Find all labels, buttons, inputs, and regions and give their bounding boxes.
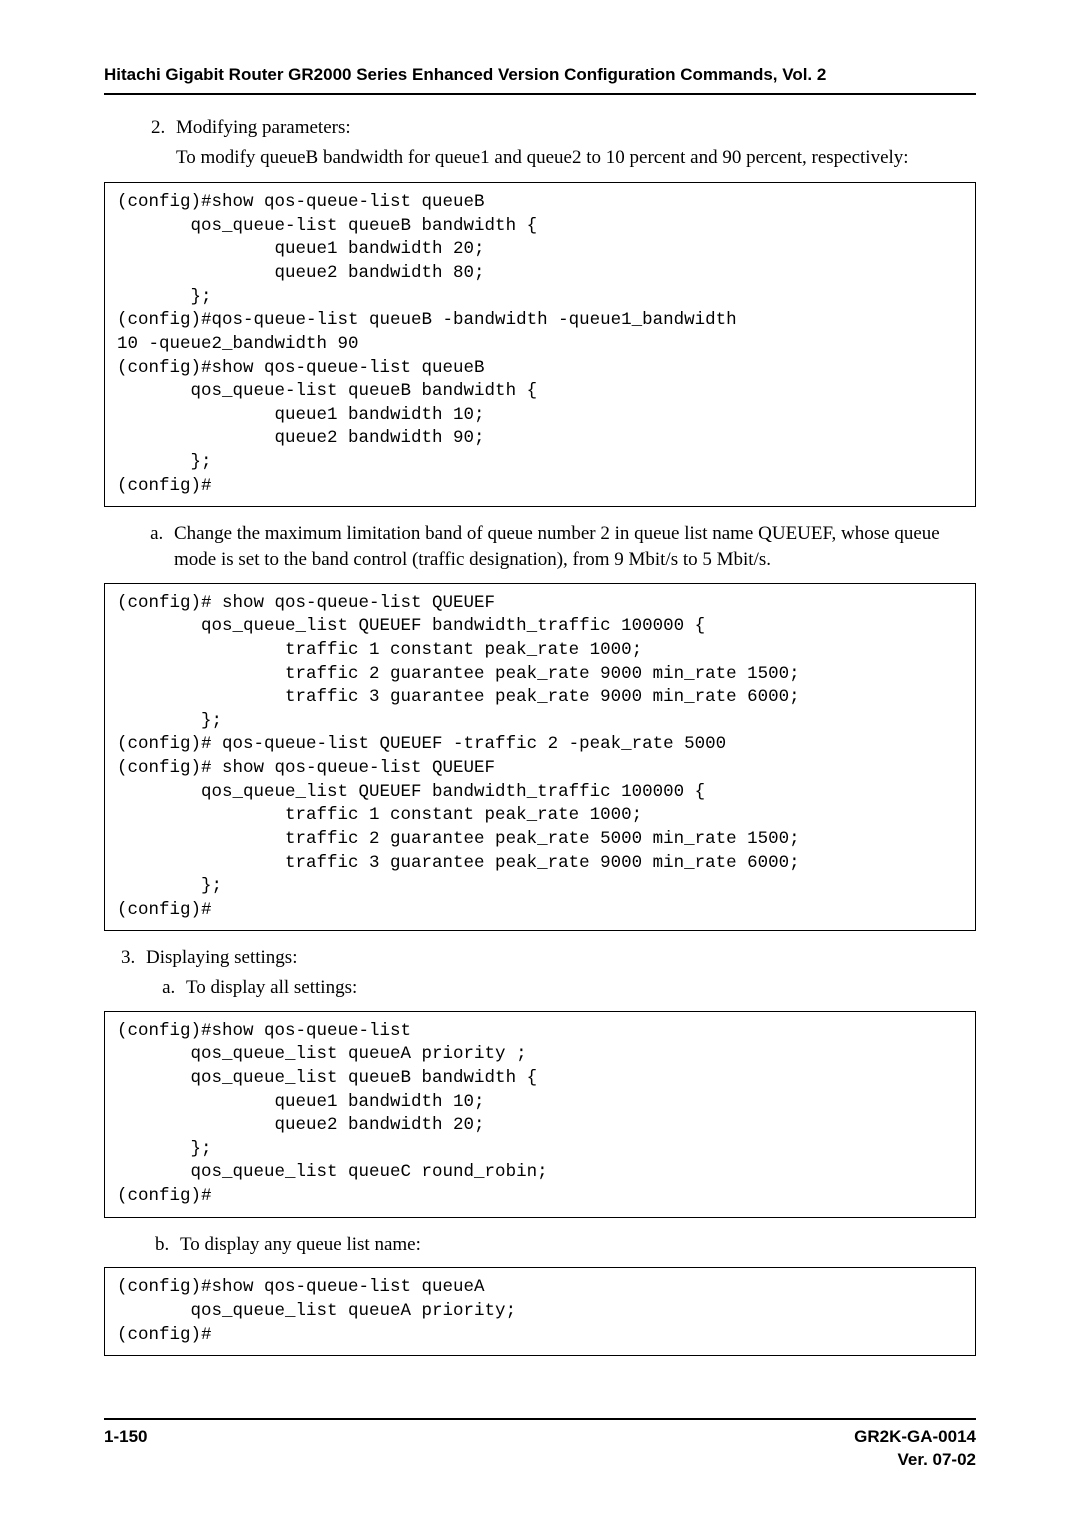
item3b: To display any queue list name:: [174, 1232, 976, 1258]
running-header: Hitachi Gigabit Router GR2000 Series Enh…: [104, 64, 976, 95]
code-block-1: (config)#show qos-queue-list queueB qos_…: [104, 182, 976, 507]
ordered-list-main-3: Displaying settings: To display all sett…: [104, 945, 976, 1000]
item2-para: To modify queueB bandwidth for queue1 an…: [176, 145, 976, 171]
list-item-modifying: Modifying parameters: To modify queueB b…: [170, 115, 976, 170]
item3a: To display all settings:: [180, 975, 976, 1001]
page-footer: 1-150 GR2K-GA-0014 Ver. 07-02: [104, 1418, 976, 1472]
list-item-displaying: Displaying settings: To display all sett…: [140, 945, 976, 1000]
code-block-4: (config)#show qos-queue-list queueA qos_…: [104, 1267, 976, 1356]
footer-page-number: 1-150: [104, 1426, 147, 1449]
sublist-3b: To display any queue list name:: [104, 1232, 976, 1258]
code-block-3: (config)#show qos-queue-list qos_queue_l…: [104, 1011, 976, 1218]
item3-title: Displaying settings:: [146, 947, 297, 968]
item2-title: Modifying parameters:: [176, 117, 351, 138]
footer-version: Ver. 07-02: [898, 1450, 976, 1469]
code-block-2: (config)# show qos-queue-list QUEUEF qos…: [104, 583, 976, 932]
sublist-2: Change the maximum limitation band of qu…: [104, 521, 976, 572]
item2a: Change the maximum limitation band of qu…: [168, 521, 976, 572]
ordered-list-main: Modifying parameters: To modify queueB b…: [104, 115, 976, 170]
sublist-3: To display all settings:: [146, 975, 976, 1001]
footer-doc-id: GR2K-GA-0014: [854, 1427, 976, 1446]
